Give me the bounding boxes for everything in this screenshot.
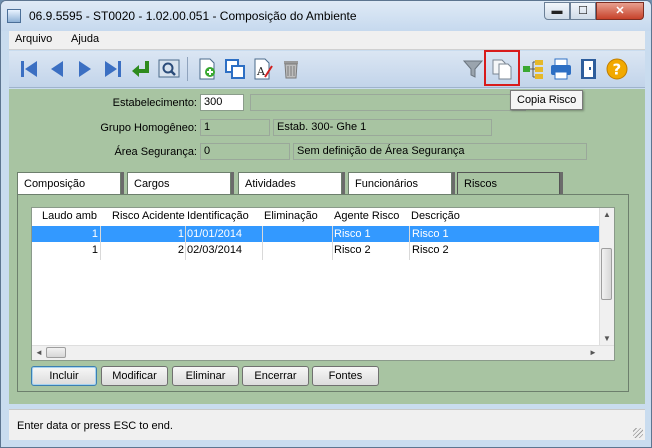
tab-shadow — [560, 172, 563, 194]
grid-header: Laudo amb Risco Acidente Identificação E… — [32, 208, 602, 226]
go-to-icon[interactable] — [129, 57, 153, 81]
app-icon — [7, 9, 21, 23]
next-record-icon[interactable] — [73, 57, 97, 81]
cell-descricao: Risco 2 — [412, 244, 449, 256]
resize-grip-icon[interactable] — [633, 428, 643, 438]
riscos-grid[interactable]: Laudo amb Risco Acidente Identificação E… — [31, 207, 615, 361]
area-seguranca-label: Área Segurança: — [114, 146, 197, 158]
hierarchy-icon[interactable] — [521, 57, 545, 81]
print-icon[interactable] — [549, 57, 573, 81]
horizontal-scroll-thumb[interactable] — [46, 347, 66, 358]
cell-risco-acidente: 1 — [177, 228, 184, 240]
column-header-risco-acidente[interactable]: Risco Acidente — [112, 210, 185, 222]
table-row[interactable]: 1 2 02/03/2014 Risco 2 Risco 2 — [32, 242, 601, 258]
first-record-icon[interactable] — [17, 57, 41, 81]
help-icon[interactable]: ? — [605, 57, 629, 81]
cell-eliminacao — [264, 242, 330, 258]
copy-icon[interactable] — [223, 57, 247, 81]
vertical-scroll-thumb[interactable] — [601, 248, 612, 300]
column-divider — [409, 226, 410, 260]
svg-text:?: ? — [613, 61, 622, 79]
incluir-button[interactable]: Incluir — [31, 366, 97, 386]
horizontal-scrollbar[interactable]: ◄ ► — [32, 345, 614, 360]
column-header-identificacao[interactable]: Identificação — [187, 210, 249, 222]
tab-atividades[interactable]: Atividades — [238, 172, 342, 194]
column-header-laudo[interactable]: Laudo amb — [42, 210, 97, 222]
close-button[interactable]: ✕ — [596, 2, 644, 20]
area-seguranca-input[interactable]: 0 — [200, 143, 290, 160]
eliminar-button[interactable]: Eliminar — [172, 366, 239, 386]
title-bar[interactable]: 06.9.5595 - ST0020 - 1.02.00.051 - Compo… — [1, 1, 651, 31]
cell-identificacao: 02/03/2014 — [187, 244, 243, 256]
previous-record-icon[interactable] — [45, 57, 69, 81]
column-header-eliminacao[interactable]: Eliminação — [264, 210, 318, 222]
tab-shadow — [231, 172, 234, 194]
maximize-button[interactable]: ☐ — [570, 2, 596, 20]
estabelecimento-input[interactable]: 300 — [200, 94, 244, 111]
tab-shadow — [452, 172, 455, 194]
grupo-homogeneo-input[interactable]: 1 — [200, 119, 270, 136]
scroll-down-icon[interactable]: ▼ — [600, 332, 614, 346]
menu-bar: Arquivo Ajuda — [9, 31, 645, 50]
cell-laudo: 1 — [91, 244, 98, 256]
filter-icon[interactable] — [461, 57, 485, 81]
application-window: 06.9.5595 - ST0020 - 1.02.00.051 - Compo… — [0, 0, 652, 448]
column-header-descricao[interactable]: Descrição — [411, 210, 460, 222]
column-header-agente-risco[interactable]: Agente Risco — [334, 210, 399, 222]
area-seguranca-desc: Sem definição de Área Segurança — [293, 143, 587, 160]
estabelecimento-label: Estabelecimento: — [112, 97, 197, 109]
tab-shadow — [121, 172, 124, 194]
fontes-button[interactable]: Fontes — [312, 366, 379, 386]
vertical-scrollbar[interactable]: ▲ ▼ — [599, 208, 614, 348]
tab-funcionarios[interactable]: Funcionários — [348, 172, 452, 194]
grupo-homogeneo-desc: Estab. 300- Ghe 1 — [273, 119, 492, 136]
tab-cargos[interactable]: Cargos — [127, 172, 231, 194]
column-divider — [185, 226, 186, 260]
cell-agente-risco: Risco 1 — [334, 228, 371, 240]
cell-descricao: Risco 1 — [412, 228, 449, 240]
tab-riscos[interactable]: Riscos — [457, 172, 560, 194]
delete-icon[interactable] — [279, 57, 303, 81]
scroll-right-icon[interactable]: ► — [586, 346, 600, 360]
menu-arquivo[interactable]: Arquivo — [15, 33, 52, 45]
cell-identificacao: 01/01/2014 — [187, 228, 243, 240]
column-divider — [100, 226, 101, 260]
add-icon[interactable] — [195, 57, 219, 81]
last-record-icon[interactable] — [101, 57, 125, 81]
scroll-left-icon[interactable]: ◄ — [32, 346, 46, 360]
search-icon[interactable] — [157, 57, 181, 81]
estabelecimento-desc — [250, 94, 526, 111]
tooltip-copia-risco: Copia Risco — [510, 90, 584, 110]
cell-laudo: 1 — [91, 228, 98, 240]
cell-risco-acidente: 2 — [177, 244, 184, 256]
toolbar-separator — [187, 57, 188, 81]
cell-eliminacao — [264, 226, 330, 242]
menu-ajuda[interactable]: Ajuda — [71, 33, 99, 45]
column-divider — [262, 226, 263, 260]
encerrar-button[interactable]: Encerrar — [242, 366, 309, 386]
exit-icon[interactable] — [577, 57, 601, 81]
cell-agente-risco: Risco 2 — [334, 244, 371, 256]
modificar-button[interactable]: Modificar — [101, 366, 168, 386]
minimize-button[interactable]: ▬ — [544, 2, 570, 20]
status-bar: Enter data or press ESC to end. — [9, 409, 645, 440]
edit-icon[interactable]: A — [251, 57, 275, 81]
highlight-box — [484, 50, 520, 86]
tab-composicao[interactable]: Composição — [17, 172, 121, 194]
grupo-homogeneo-label: Grupo Homogêneo: — [100, 122, 197, 134]
status-message: Enter data or press ESC to end. — [17, 420, 173, 432]
table-row[interactable]: 1 1 01/01/2014 Risco 1 Risco 1 — [32, 226, 601, 242]
toolbar: A ? — [9, 51, 645, 88]
window-title: 06.9.5595 - ST0020 - 1.02.00.051 - Compo… — [29, 9, 357, 23]
column-divider — [332, 226, 333, 260]
scroll-up-icon[interactable]: ▲ — [600, 208, 614, 222]
tab-shadow — [342, 172, 345, 194]
